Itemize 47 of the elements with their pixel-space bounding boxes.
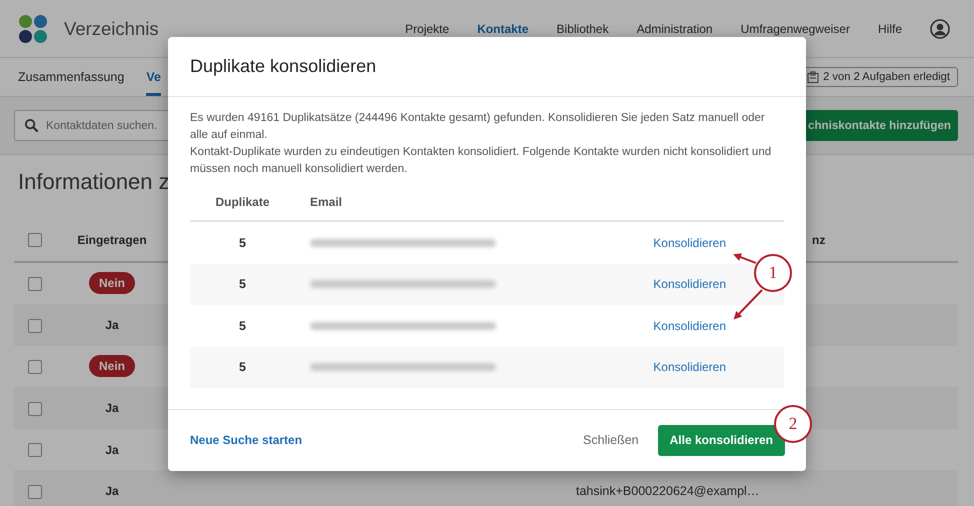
table-cell: Ja <box>105 318 119 332</box>
nav-link[interactable]: Kontakte <box>477 22 529 36</box>
table-cell-text: 5 <box>238 277 247 292</box>
nav-link[interactable]: Umfragenwegweiser <box>740 22 850 36</box>
clipboard-icon <box>807 71 820 83</box>
checkbox[interactable] <box>28 360 42 374</box>
nav-link[interactable]: Bibliothek <box>556 22 609 36</box>
logo-icon <box>18 14 48 44</box>
user-icon[interactable] <box>930 18 950 38</box>
callout-arrow <box>734 289 763 320</box>
dialog-title: Duplikate konsolidieren <box>190 56 376 77</box>
consolidate-link[interactable]: Konsolidieren <box>653 360 726 374</box>
status-badge: Nein <box>88 355 135 378</box>
checkbox[interactable] <box>28 484 42 499</box>
new-search-link[interactable]: Neue Suche starten <box>190 433 302 447</box>
column-header: Duplikate <box>214 195 270 209</box>
checkbox[interactable] <box>28 277 42 292</box>
checkbox[interactable] <box>28 443 42 458</box>
column-header: nz <box>812 232 826 247</box>
close-button[interactable]: Schließen <box>583 433 639 447</box>
table-cell: tahsink+B000220624@exampl… <box>576 484 760 498</box>
status-badge: Nein <box>88 272 135 294</box>
dialog-text: Kontakt-Duplikate wurden zu eindeutigen Kontakten konsolidiert. Folgende Kontakte wurden nicht konsolidiert und müssen noch manuell konsolidiert werden. <box>190 145 772 177</box>
consolidate-link[interactable]: Konsolidieren <box>653 236 726 250</box>
callout-arrow <box>733 253 756 264</box>
tab[interactable]: Zusammenfassung <box>18 58 124 96</box>
table-cell: Ja <box>105 401 119 416</box>
column-header: Email <box>310 195 342 209</box>
search-icon <box>24 118 39 133</box>
table-cell-text: 5 <box>238 236 247 250</box>
table-cell-text: 5 <box>238 360 247 374</box>
nav-link[interactable]: Administration <box>636 22 713 36</box>
table-cell-text: 5 <box>238 318 247 333</box>
dialog-text: Es wurden 49161 Duplikatsätze (244496 Kontakte gesamt) gefunden. Konsolidieren Sie jeden Satz manuell oder alle auf einmal. <box>190 111 766 143</box>
checkbox[interactable] <box>28 318 42 333</box>
app-title: Verzeichnis <box>64 18 159 40</box>
checkbox[interactable] <box>28 233 42 248</box>
consolidate-link[interactable]: Konsolidieren <box>653 277 726 292</box>
column-header: Eingetragen <box>77 232 147 247</box>
consolidate-link[interactable]: Konsolidieren <box>653 318 726 333</box>
checkbox[interactable] <box>28 402 42 416</box>
table-cell: Ja <box>105 484 119 498</box>
nav-link[interactable]: Projekte <box>405 22 450 36</box>
section-heading: Informationen z <box>18 169 171 196</box>
table-cell: Ja <box>105 442 119 457</box>
nav-link[interactable]: Hilfe <box>878 22 902 36</box>
search-field[interactable]: Kontaktdaten suchen. <box>14 110 168 141</box>
